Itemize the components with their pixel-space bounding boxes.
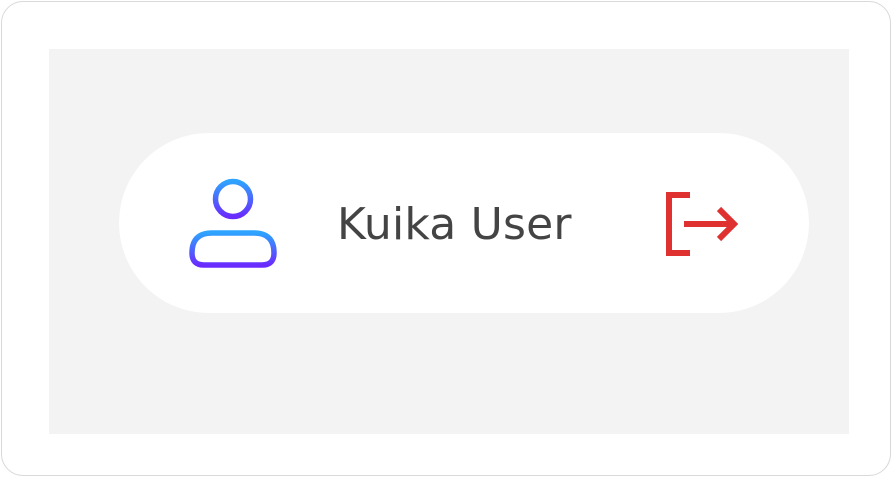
component-canvas: Kuika User [49, 49, 849, 434]
preview-frame: Kuika User [1, 1, 891, 476]
user-icon [188, 178, 278, 270]
logout-button[interactable] [664, 189, 744, 259]
user-name: Kuika User [337, 199, 572, 250]
logout-icon [666, 192, 739, 256]
user-profile-pill: Kuika User [119, 133, 809, 313]
